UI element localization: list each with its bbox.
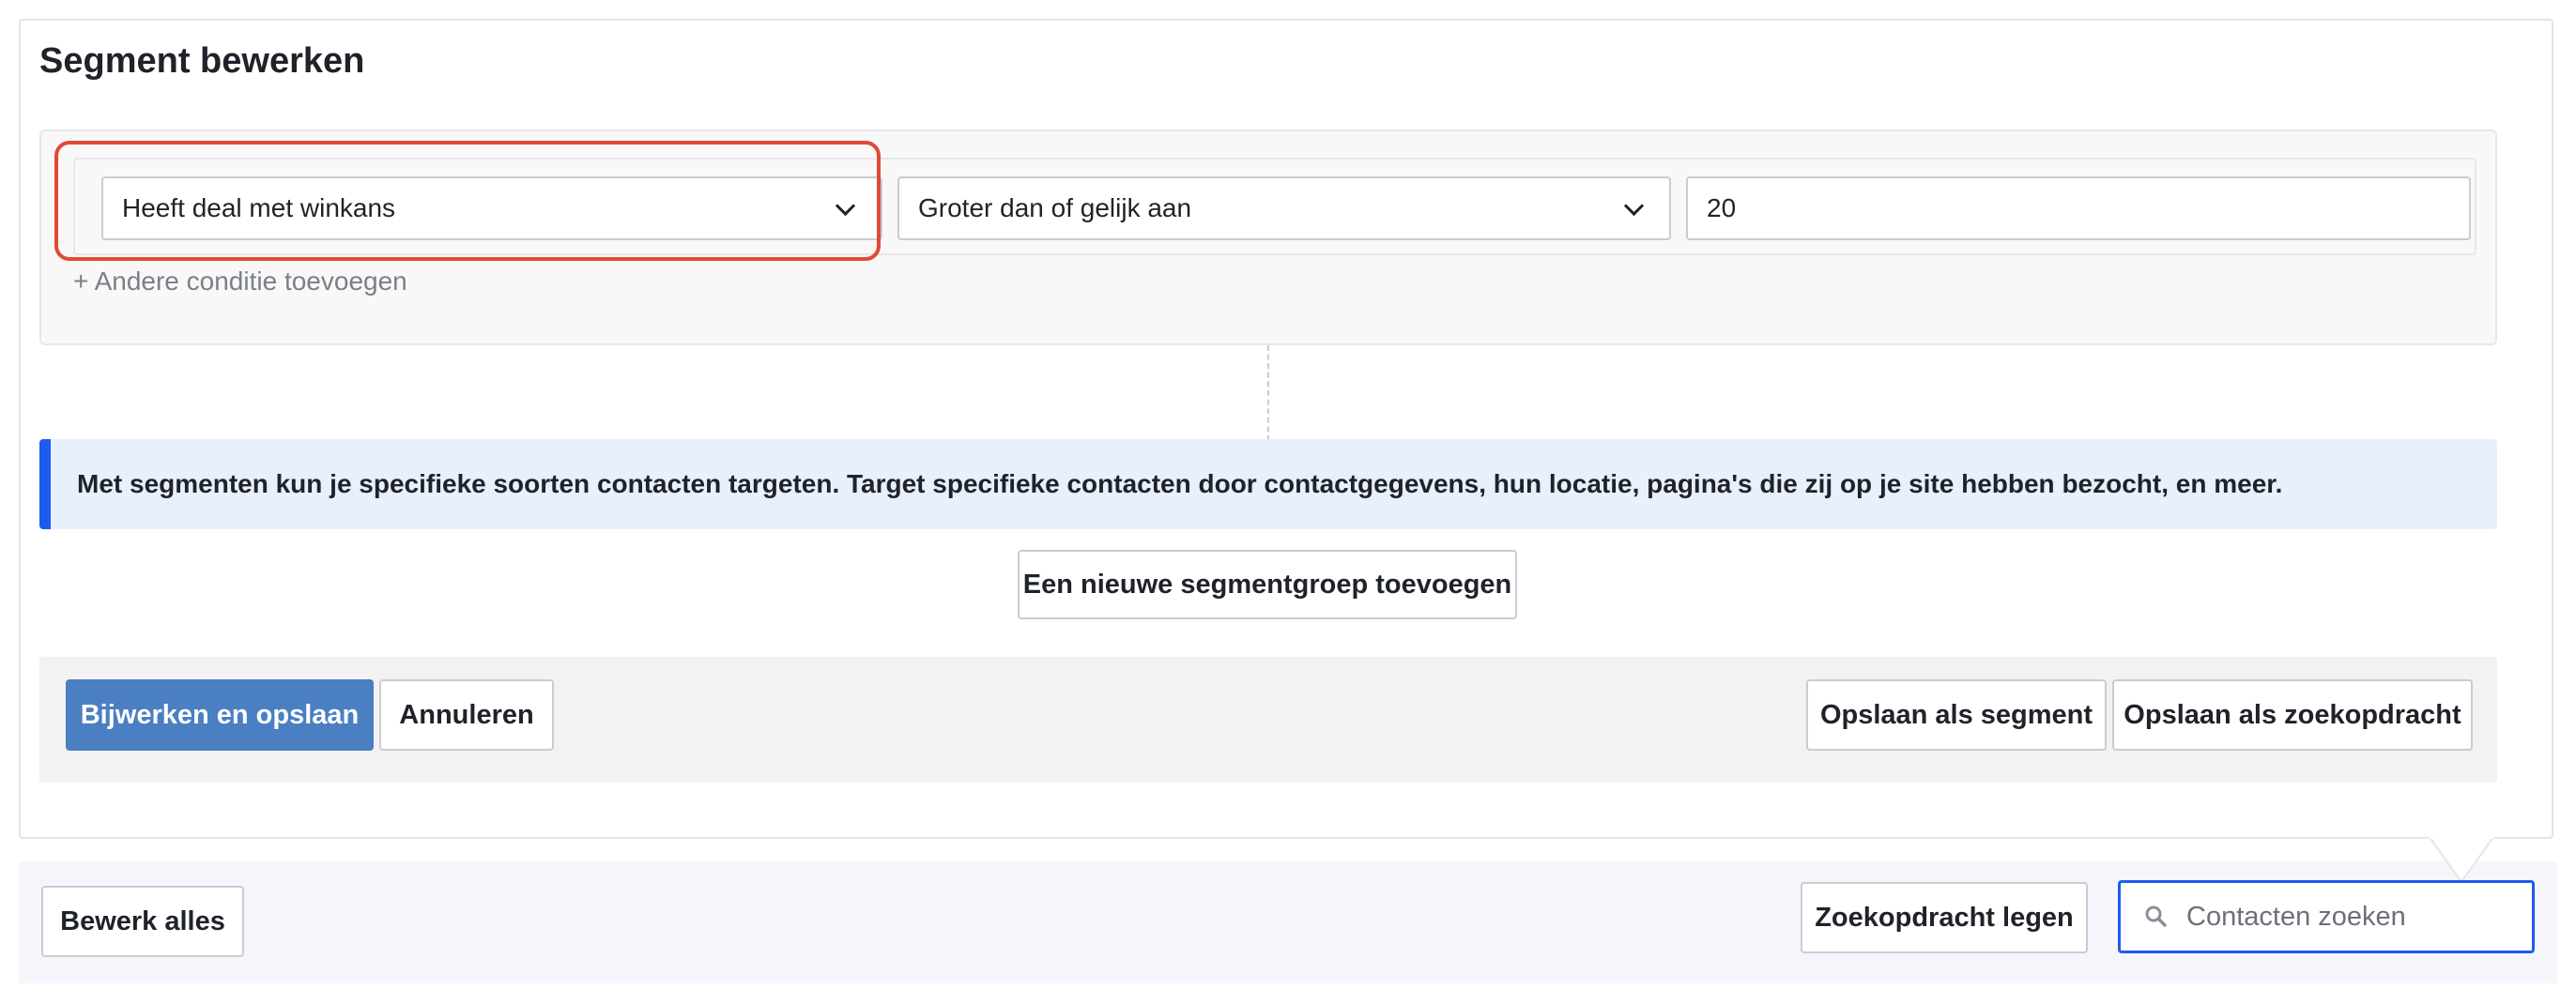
info-banner-text: Met segmenten kun je specifieke soorten … — [77, 469, 2283, 498]
clear-search-button[interactable]: Zoekopdracht legen — [1801, 882, 2088, 953]
contacts-search-box[interactable] — [2118, 880, 2535, 953]
contacts-search-input[interactable] — [2186, 901, 2524, 933]
chevron-down-icon — [1623, 195, 1645, 217]
info-banner: Met segmenten kun je specifieke soorten … — [39, 439, 2497, 529]
add-condition-link[interactable]: + Andere conditie toevoegen — [73, 266, 407, 297]
condition-operator-select[interactable]: Groter dan of gelijk aan — [897, 176, 1671, 240]
condition-value-input[interactable] — [1686, 176, 2471, 240]
cancel-button[interactable]: Annuleren — [379, 679, 554, 751]
group-connector-line — [1267, 345, 1269, 441]
save-as-segment-button[interactable]: Opslaan als segment — [1806, 679, 2107, 751]
save-as-search-button[interactable]: Opslaan als zoekopdracht — [2112, 679, 2473, 751]
condition-group: Heeft deal met winkans Groter dan of gel… — [39, 129, 2497, 345]
search-icon — [2143, 904, 2170, 930]
page-title: Segment bewerken — [39, 41, 365, 81]
popover-pointer — [2430, 837, 2493, 884]
condition-operator-value: Groter dan of gelijk aan — [918, 193, 1192, 222]
highlight-outline — [54, 141, 881, 261]
edit-all-button[interactable]: Bewerk alles — [41, 886, 244, 957]
add-segment-group-button[interactable]: Een nieuwe segmentgroep toevoegen — [1018, 550, 1517, 619]
update-and-save-button[interactable]: Bijwerken en opslaan — [66, 679, 374, 751]
